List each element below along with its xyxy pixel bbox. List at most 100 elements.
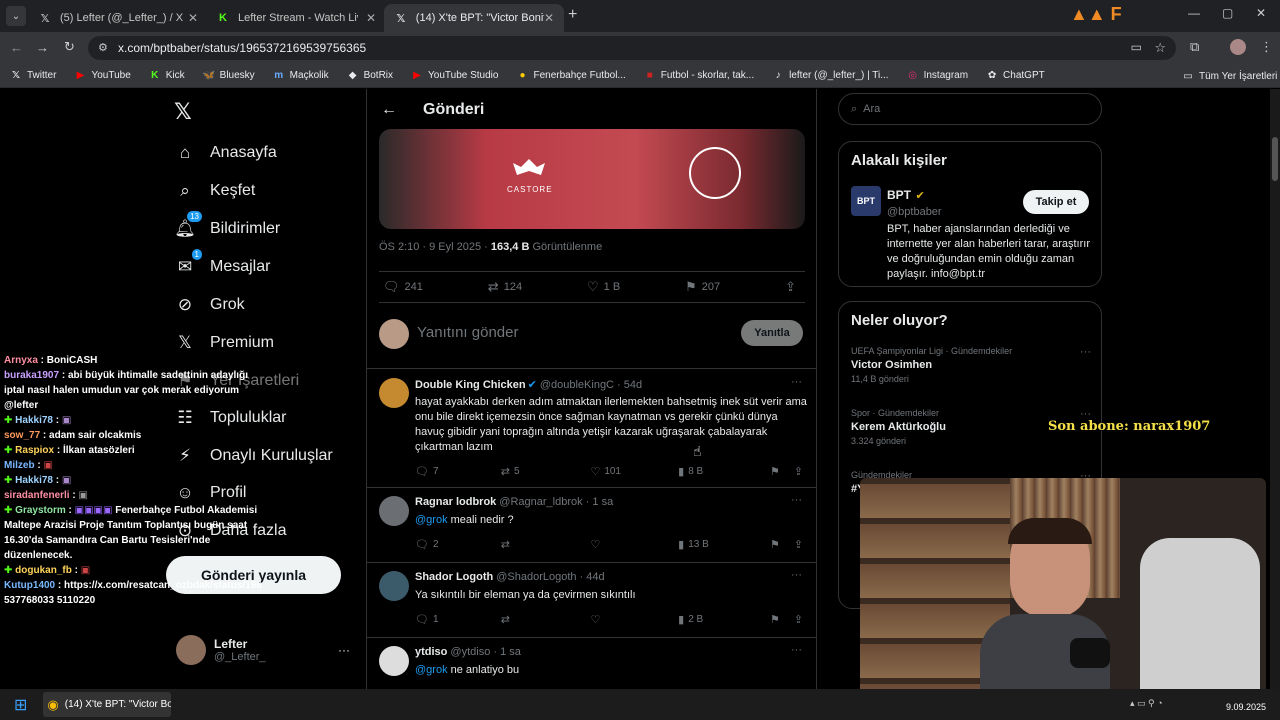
address-bar[interactable]: ⚙ x.com/bptbaber/status/1965372169539756… bbox=[88, 36, 1176, 60]
bookmark-action[interactable]: ⚑ bbox=[770, 465, 794, 478]
profile-avatar[interactable] bbox=[1230, 39, 1246, 55]
nav-premium[interactable]: 𝕏 Premium bbox=[174, 332, 274, 354]
close-icon[interactable]: ✕ bbox=[366, 11, 376, 25]
reply-tweet[interactable]: Double King Chicken ✔ @doubleKingC · 54d ·… bbox=[367, 370, 816, 488]
more-icon[interactable]: ··· bbox=[791, 494, 802, 506]
reply-action[interactable]: 🗨︎ 241 bbox=[383, 279, 423, 295]
post-media-image[interactable]: CASTORE bbox=[379, 129, 805, 229]
forward-icon[interactable]: → bbox=[36, 40, 49, 55]
close-window-button[interactable]: ✕ bbox=[1256, 6, 1266, 20]
repost-action[interactable]: ⇄ bbox=[501, 613, 591, 626]
maximize-button[interactable]: ▢ bbox=[1222, 6, 1233, 20]
reply-avatar[interactable] bbox=[379, 646, 409, 676]
more-icon[interactable]: ··· bbox=[338, 643, 350, 657]
trend-item[interactable]: UEFA Şampiyonlar Ligi · Gündemdekiler Vi… bbox=[851, 346, 1091, 384]
follow-button[interactable]: Takip et bbox=[1023, 190, 1089, 214]
reply-action[interactable]: 🗨︎ 7 bbox=[415, 465, 501, 478]
bookmark-flashscore[interactable]: ■ Futbol - skorlar, tak... bbox=[644, 70, 754, 82]
reload-icon[interactable]: ↻ bbox=[64, 39, 75, 55]
reply-author[interactable]: Double King Chicken ✔ @doubleKingC · 54d bbox=[415, 378, 642, 391]
reply-author[interactable]: Ragnar lodbrok @Ragnar_ldbrok · 1 sa bbox=[415, 496, 613, 508]
more-icon[interactable]: ··· bbox=[1080, 346, 1091, 358]
views-action[interactable]: ▮ 13 B bbox=[678, 538, 770, 551]
account-switcher[interactable]: Lefter @_Lefter_ ··· bbox=[176, 635, 356, 665]
share-action[interactable]: ⇪ bbox=[794, 538, 807, 551]
search-input[interactable]: ⌕ Ara bbox=[838, 93, 1102, 125]
new-tab-button[interactable]: + bbox=[568, 6, 577, 24]
star-icon[interactable]: ☆ bbox=[1154, 40, 1166, 56]
system-tray-icons[interactable]: ▴ ▭ ⚲ ◔ bbox=[1130, 698, 1163, 709]
windows-start-icon[interactable]: ⊞ bbox=[14, 695, 27, 715]
bookmark-youtube-studio[interactable]: ▶ YouTube Studio bbox=[411, 70, 498, 82]
nav-home[interactable]: ⌂ Anasayfa bbox=[174, 142, 277, 164]
back-arrow-icon[interactable]: ← bbox=[381, 101, 397, 119]
scrollbar-thumb[interactable] bbox=[1272, 137, 1278, 181]
reply-tweet[interactable]: ytdiso @ytdiso · 1 sa ··· @grok ne anlati… bbox=[367, 638, 816, 689]
extensions-icon[interactable]: ⧉ bbox=[1190, 39, 1199, 55]
reply-avatar[interactable] bbox=[379, 571, 409, 601]
all-bookmarks-folder[interactable]: ▭ Tüm Yer İşaretleri bbox=[1182, 70, 1277, 82]
bookmark-mackolik[interactable]: m Maçkolik bbox=[273, 70, 328, 82]
bpt-avatar[interactable]: BPT bbox=[851, 186, 881, 216]
related-account[interactable]: BPT ✔ @bptbaber bbox=[887, 186, 942, 218]
bookmark-action[interactable]: ⚑ 207 bbox=[685, 279, 720, 295]
repost-action[interactable]: ⇄ bbox=[501, 538, 591, 551]
tab-search-button[interactable]: ⌄ bbox=[6, 6, 26, 26]
reply-avatar[interactable] bbox=[379, 378, 409, 408]
nav-grok[interactable]: ⊘ Grok bbox=[174, 294, 245, 316]
repost-action[interactable]: ⇄ 5 bbox=[501, 465, 591, 478]
like-action[interactable]: ♡ 1 B bbox=[587, 279, 620, 295]
cast-icon[interactable]: ▭ bbox=[1131, 40, 1142, 54]
tab-kick-stream[interactable]: K Lefter Stream - Watch Live on K ✕ bbox=[206, 4, 386, 32]
page-scrollbar[interactable] bbox=[1270, 89, 1280, 689]
reply-composer: Yanıtını gönder Yanıtla bbox=[367, 311, 816, 369]
close-icon[interactable]: ✕ bbox=[544, 11, 554, 25]
views-action[interactable]: ▮ 8 B bbox=[678, 465, 770, 478]
bookmark-bluesky[interactable]: 🦋 Bluesky bbox=[202, 70, 254, 82]
bookmark-action[interactable]: ⚑ bbox=[770, 538, 794, 551]
like-action[interactable]: ♡ 101 bbox=[590, 465, 678, 478]
like-action[interactable]: ♡ bbox=[590, 538, 678, 551]
bookmark-chatgpt[interactable]: ✿ ChatGPT bbox=[986, 70, 1045, 82]
nav-explore[interactable]: ⌕ Keşfet bbox=[174, 180, 255, 202]
more-icon[interactable]: ··· bbox=[791, 569, 802, 581]
nav-notifications[interactable]: 🔔︎ 13 Bildirimler bbox=[174, 211, 280, 240]
x-logo-icon[interactable]: 𝕏 bbox=[174, 99, 192, 125]
close-icon[interactable]: ✕ bbox=[188, 11, 198, 25]
reply-author[interactable]: ytdiso @ytdiso · 1 sa bbox=[415, 646, 521, 658]
reply-action[interactable]: 🗨︎ 1 bbox=[415, 613, 501, 626]
bookmark-kick[interactable]: K Kick bbox=[149, 70, 185, 82]
menu-icon[interactable]: ⋮ bbox=[1260, 39, 1273, 55]
tab-bpt-post[interactable]: 𝕏 (14) X'te BPT: "Victor Boniface: ✕ bbox=[384, 4, 564, 32]
more-icon[interactable]: ··· bbox=[791, 376, 802, 388]
more-icon[interactable]: ··· bbox=[791, 644, 802, 656]
views-action[interactable]: ▮ 2 B bbox=[678, 613, 770, 626]
bookmark-instagram[interactable]: ◎ Instagram bbox=[907, 70, 968, 82]
share-action[interactable]: ⇪ bbox=[785, 279, 801, 295]
like-action[interactable]: ♡ bbox=[590, 613, 678, 626]
nav-messages[interactable]: ✉ 1 Mesajlar bbox=[174, 249, 270, 278]
bookmark-fenerbahce[interactable]: ● Fenerbahçe Futbol... bbox=[516, 70, 625, 82]
bookmark-action[interactable]: ⚑ bbox=[770, 613, 794, 626]
share-action[interactable]: ⇪ bbox=[794, 613, 807, 626]
repost-action[interactable]: ⇄ 124 bbox=[488, 279, 522, 295]
bookmark-twitter[interactable]: 𝕏 Twitter bbox=[10, 70, 56, 82]
tab-lefter-profile[interactable]: 𝕏 (5) Lefter (@_Lefter_) / X ✕ bbox=[28, 4, 208, 32]
bookmark-tiktok[interactable]: ♪ lefter (@_lefter_) | Ti... bbox=[772, 70, 889, 82]
reply-action[interactable]: 🗨︎ 2 bbox=[415, 538, 501, 551]
reply-author[interactable]: Shador Logoth @ShadorLogoth · 44d bbox=[415, 571, 605, 583]
site-settings-icon[interactable]: ⚙ bbox=[98, 41, 108, 54]
bookmark-youtube[interactable]: ▶ YouTube bbox=[74, 70, 131, 82]
reply-tweet[interactable]: Ragnar lodbrok @Ragnar_ldbrok · 1 sa ··· … bbox=[367, 488, 816, 563]
share-action[interactable]: ⇪ bbox=[794, 465, 807, 478]
reply-input[interactable]: Yanıtını gönder bbox=[417, 324, 518, 341]
bookmark-botrix[interactable]: ◆ BotRix bbox=[347, 70, 393, 82]
mention-link[interactable]: @grok bbox=[415, 514, 448, 526]
back-icon[interactable]: ← bbox=[10, 40, 23, 55]
minimize-button[interactable]: — bbox=[1188, 6, 1200, 20]
reply-avatar[interactable] bbox=[379, 496, 409, 526]
taskbar-chrome-app[interactable]: ◉ (14) X'te BPT: "Victor Bo bbox=[43, 692, 172, 717]
reply-tweet[interactable]: Shador Logoth @ShadorLogoth · 44d ··· Ya … bbox=[367, 563, 816, 638]
mention-link[interactable]: @grok bbox=[415, 664, 448, 676]
reply-button[interactable]: Yanıtla bbox=[741, 320, 803, 346]
